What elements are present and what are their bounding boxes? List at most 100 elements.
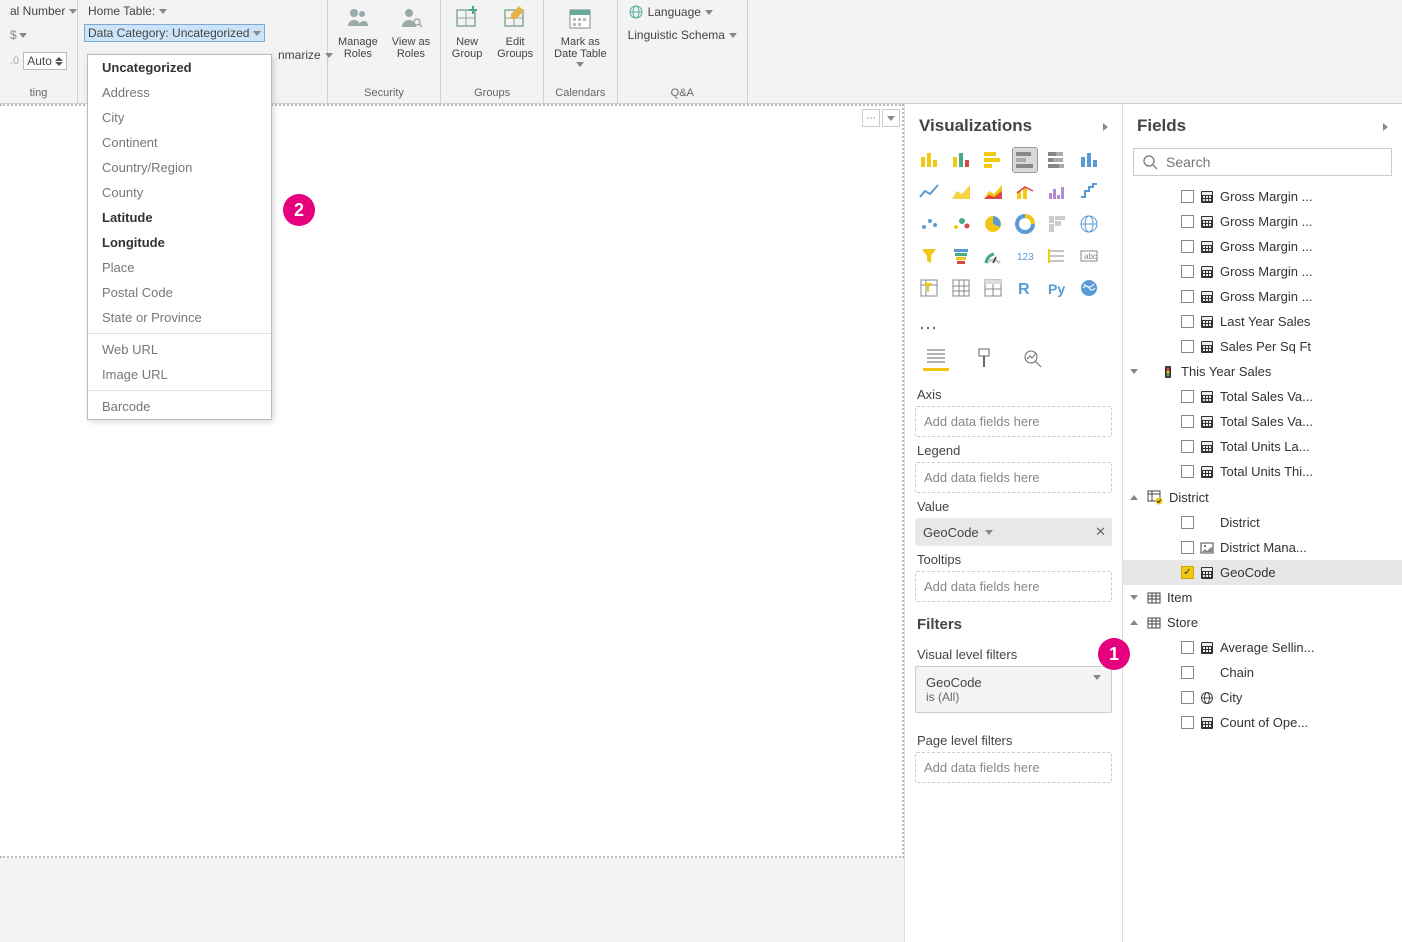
field-district[interactable]: District (1123, 510, 1402, 535)
chevron-down-icon[interactable] (985, 530, 993, 535)
language-dropdown[interactable]: Language (624, 2, 717, 22)
field-checkbox[interactable] (1181, 190, 1194, 203)
viz-type-12[interactable] (917, 212, 941, 236)
viz-type-4[interactable] (1045, 148, 1069, 172)
viz-type-3[interactable] (1013, 148, 1037, 172)
menu-item-image-url[interactable]: Image URL (88, 362, 271, 387)
legend-well[interactable]: Add data fields here (915, 462, 1112, 493)
menu-item-country-region[interactable]: Country/Region (88, 155, 271, 180)
field-gross-margin-[interactable]: Gross Margin ... (1123, 259, 1402, 284)
linguistic-schema-dropdown[interactable]: Linguistic Schema (624, 26, 741, 44)
menu-item-city[interactable]: City (88, 105, 271, 130)
field-gross-margin-[interactable]: Gross Margin ... (1123, 209, 1402, 234)
menu-item-longitude[interactable]: Longitude (88, 230, 271, 255)
data-category-dropdown[interactable]: Data Category: Uncategorized (84, 24, 265, 42)
viz-type-1[interactable] (949, 148, 973, 172)
viz-type-24[interactable] (917, 276, 941, 300)
field-checkbox[interactable] (1181, 290, 1194, 303)
new-group-button[interactable]: New Group (447, 2, 487, 60)
viz-type-8[interactable] (981, 180, 1005, 204)
remove-field-button[interactable]: ✕ (1095, 524, 1106, 540)
visual-menu-button[interactable]: ⋯ (862, 109, 880, 127)
field-total-sales-va-[interactable]: Total Sales Va... (1123, 384, 1402, 409)
field-item[interactable]: Item (1123, 585, 1402, 610)
field-checkbox[interactable] (1181, 390, 1194, 403)
data-category-menu[interactable]: UncategorizedAddressCityContinentCountry… (87, 54, 272, 420)
viz-type-11[interactable] (1077, 180, 1101, 204)
field-district[interactable]: District (1123, 484, 1402, 510)
field-total-units-thi-[interactable]: Total Units Thi... (1123, 459, 1402, 484)
menu-item-county[interactable]: County (88, 180, 271, 205)
menu-item-place[interactable]: Place (88, 255, 271, 280)
field-checkbox[interactable] (1181, 516, 1194, 529)
field-store[interactable]: Store (1123, 610, 1402, 635)
viz-type-27[interactable]: R (1013, 276, 1037, 300)
field-checkbox[interactable] (1181, 541, 1194, 554)
field-checkbox[interactable] (1181, 465, 1194, 478)
field-checkbox[interactable] (1181, 265, 1194, 278)
edit-groups-button[interactable]: Edit Groups (493, 2, 537, 60)
field-checkbox[interactable] (1181, 240, 1194, 253)
tooltips-well[interactable]: Add data fields here (915, 571, 1112, 602)
field-this-year-sales[interactable]: This Year Sales (1123, 359, 1402, 384)
viz-type-13[interactable] (949, 212, 973, 236)
field-count-of-ope-[interactable]: Count of Ope... (1123, 710, 1402, 735)
field-checkbox[interactable] (1181, 315, 1194, 328)
auto-decimals[interactable]: Auto (23, 52, 67, 70)
format-tab[interactable] (971, 345, 997, 371)
viz-type-19[interactable] (949, 244, 973, 268)
collapse-pane-button[interactable] (1103, 116, 1108, 136)
menu-item-web-url[interactable]: Web URL (88, 337, 271, 362)
page-filters-well[interactable]: Add data fields here (915, 752, 1112, 783)
menu-item-uncategorized[interactable]: Uncategorized (88, 55, 271, 80)
collapse-fields-button[interactable] (1383, 116, 1388, 136)
field-city[interactable]: City (1123, 685, 1402, 710)
visual-expand-button[interactable] (882, 109, 900, 127)
mark-as-date-table-button[interactable]: Mark as Date Table (550, 2, 610, 67)
viz-type-20[interactable] (981, 244, 1005, 268)
viz-type-6[interactable] (917, 180, 941, 204)
analytics-tab[interactable] (1019, 345, 1045, 371)
home-table-dropdown[interactable]: Home Table: (84, 2, 171, 20)
field-chain[interactable]: Chain (1123, 660, 1402, 685)
viz-type-23[interactable]: abc (1077, 244, 1101, 268)
viz-type-9[interactable] (1013, 180, 1037, 204)
field-checkbox[interactable] (1181, 716, 1194, 729)
format-whole-number[interactable]: al Number (6, 2, 81, 20)
decimal-controls[interactable]: .0 Auto (6, 50, 71, 72)
field-sales-per-sq-ft[interactable]: Sales Per Sq Ft (1123, 334, 1402, 359)
menu-item-postal-code[interactable]: Postal Code (88, 280, 271, 305)
fields-tab[interactable] (923, 345, 949, 371)
field-checkbox[interactable] (1181, 440, 1194, 453)
field-checkbox[interactable] (1181, 415, 1194, 428)
field-checkbox[interactable] (1181, 340, 1194, 353)
search-input[interactable] (1166, 154, 1383, 170)
chevron-down-icon[interactable] (1093, 675, 1101, 680)
manage-roles-button[interactable]: Manage Roles (334, 2, 382, 60)
viz-type-21[interactable]: 123 (1013, 244, 1037, 268)
field-gross-margin-[interactable]: Gross Margin ... (1123, 184, 1402, 209)
viz-type-18[interactable] (917, 244, 941, 268)
filter-card-geocode[interactable]: GeoCode is (All) (915, 666, 1112, 713)
field-last-year-sales[interactable]: Last Year Sales (1123, 309, 1402, 334)
field-average-sellin-[interactable]: Average Sellin... (1123, 635, 1402, 660)
field-checkbox[interactable] (1181, 566, 1194, 579)
field-checkbox[interactable] (1181, 641, 1194, 654)
menu-item-address[interactable]: Address (88, 80, 271, 105)
view-as-roles-button[interactable]: View as Roles (388, 2, 434, 60)
viz-type-22[interactable] (1045, 244, 1069, 268)
field-gross-margin-[interactable]: Gross Margin ... (1123, 234, 1402, 259)
viz-type-29[interactable] (1077, 276, 1101, 300)
viz-type-2[interactable] (981, 148, 1005, 172)
viz-type-28[interactable]: Py (1045, 276, 1069, 300)
fields-search[interactable] (1133, 148, 1392, 176)
field-geocode[interactable]: GeoCode (1123, 560, 1402, 585)
field-checkbox[interactable] (1181, 215, 1194, 228)
viz-type-16[interactable] (1045, 212, 1069, 236)
viz-type-5[interactable] (1077, 148, 1101, 172)
viz-type-26[interactable] (981, 276, 1005, 300)
menu-item-barcode[interactable]: Barcode (88, 394, 271, 419)
field-gross-margin-[interactable]: Gross Margin ... (1123, 284, 1402, 309)
value-well-chip[interactable]: GeoCode ✕ (915, 518, 1112, 546)
viz-type-0[interactable] (917, 148, 941, 172)
